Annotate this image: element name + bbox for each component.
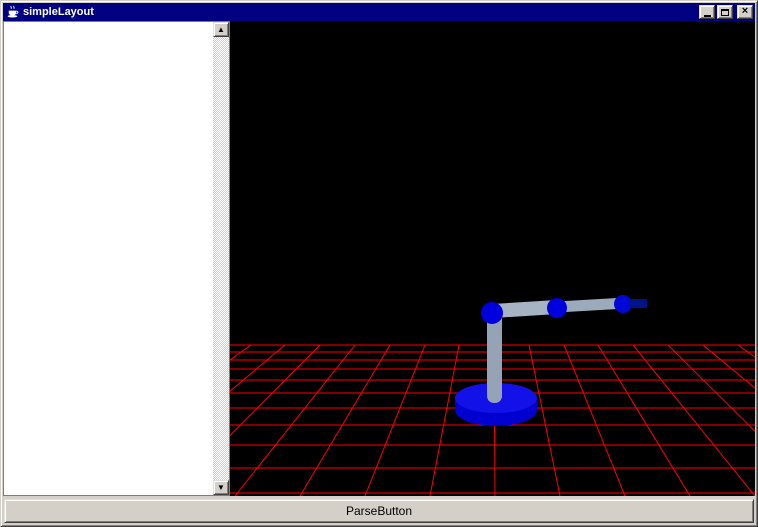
robot-shoulder-joint: [481, 302, 503, 324]
maximize-button[interactable]: [717, 5, 733, 19]
bottom-bar: ParseButton: [3, 496, 755, 524]
robot-column: [487, 311, 502, 403]
minimize-button[interactable]: [699, 5, 715, 19]
vertical-scrollbar[interactable]: ▲ ▼: [213, 22, 229, 495]
titlebar-buttons: ×: [699, 5, 753, 19]
scroll-up-icon: ▲: [217, 26, 225, 34]
canvas-3d-svg: [230, 21, 755, 496]
scroll-down-button[interactable]: ▼: [213, 480, 229, 495]
output-text-panel: ▲ ▼: [3, 21, 230, 496]
robot-gripper-tip: [629, 299, 647, 308]
maximize-icon: [721, 9, 729, 16]
close-button[interactable]: ×: [737, 5, 753, 19]
close-icon: ×: [742, 6, 748, 17]
scroll-up-button[interactable]: ▲: [213, 22, 229, 37]
minimize-icon: [704, 15, 711, 17]
titlebar[interactable]: simpleLayout ×: [3, 3, 755, 21]
scroll-down-icon: ▼: [217, 484, 225, 492]
java-logo-icon: [5, 5, 20, 20]
robot-elbow-joint: [547, 298, 567, 318]
window-title: simpleLayout: [23, 6, 94, 18]
window-inner: simpleLayout × ▲ ▼: [3, 3, 755, 524]
parse-button[interactable]: ParseButton: [4, 499, 754, 523]
output-text-area[interactable]: [5, 23, 212, 494]
robot-3d-viewport[interactable]: [230, 21, 755, 496]
app-window: simpleLayout × ▲ ▼: [0, 0, 758, 527]
